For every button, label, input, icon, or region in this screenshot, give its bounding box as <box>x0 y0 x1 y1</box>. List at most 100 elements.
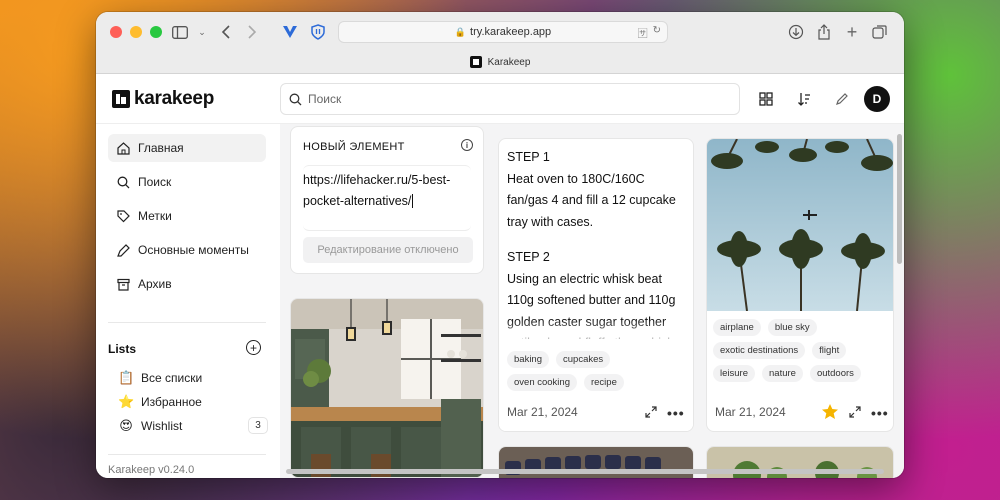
sidebar-item-label: Основные моменты <box>138 243 249 257</box>
favicon-icon <box>469 56 482 68</box>
new-item-text: https://lifehacker.ru/5-best-pocket-alte… <box>303 173 451 208</box>
tag-chip[interactable]: oven cooking <box>507 374 577 391</box>
address-bar[interactable]: 🔒 try.karakeep.app 🈂 ↻ <box>338 21 668 43</box>
sidebar-divider <box>108 322 266 323</box>
tab-karakeep[interactable]: Karakeep <box>96 56 904 68</box>
more-options-icon[interactable]: ••• <box>871 405 889 421</box>
minimize-window-button[interactable] <box>130 26 142 38</box>
tag-chip[interactable]: flight <box>812 342 847 359</box>
sidebar-item-label: Архив <box>138 277 172 291</box>
lists-heading: Lists <box>108 342 137 356</box>
translate-icon[interactable]: 🈂 <box>638 25 648 40</box>
zoom-window-button[interactable] <box>150 26 162 38</box>
search-icon <box>116 175 130 189</box>
reload-icon[interactable]: ↻ <box>653 25 661 40</box>
layout-grid-icon[interactable] <box>756 89 776 109</box>
horizontal-scrollbar[interactable] <box>286 469 884 474</box>
karakeep-logo-icon <box>112 90 130 108</box>
url-text: try.karakeep.app <box>470 26 552 38</box>
bookmark-card-kitchen[interactable] <box>290 298 484 478</box>
close-window-button[interactable] <box>110 26 122 38</box>
share-icon[interactable] <box>814 22 834 42</box>
tag-chip[interactable]: baking <box>507 351 549 368</box>
sidebar-item-home[interactable]: Главная <box>108 134 266 162</box>
step1-text: Heat oven to 180C/160C fan/gas 4 and fil… <box>507 171 676 229</box>
more-options-icon[interactable]: ••• <box>667 405 685 421</box>
tag-icon <box>116 209 130 223</box>
tag-chip[interactable]: airplane <box>713 319 761 336</box>
sidebar-item-archive[interactable]: Архив <box>108 270 266 298</box>
add-list-button[interactable]: + <box>246 340 261 355</box>
sidebar-divider <box>108 454 266 455</box>
tag-chip[interactable]: blue sky <box>767 319 817 336</box>
new-item-title: НОВЫЙ ЭЛЕМЕНТ <box>303 141 405 153</box>
sidebar-toggle-icon[interactable] <box>170 22 190 42</box>
user-avatar[interactable]: D <box>864 86 890 112</box>
sidebar-item-label: Поиск <box>138 175 172 189</box>
app-header: karakeep D <box>96 74 904 124</box>
search-box[interactable] <box>280 83 740 115</box>
list-item-label: Wishlist <box>141 419 183 433</box>
sidebar-item-highlights[interactable]: Основные моменты <box>108 236 266 264</box>
edit-pencil-icon[interactable] <box>832 89 852 109</box>
tag-chip[interactable]: nature <box>762 365 803 382</box>
home-icon <box>116 141 130 155</box>
download-icon[interactable] <box>786 22 806 42</box>
search-icon <box>289 93 302 105</box>
new-tab-icon[interactable]: + <box>842 22 862 42</box>
sidebar-item-tags[interactable]: Метки <box>108 202 266 230</box>
browser-window: ⌄ 🔒 try.karakeep.app 🈂 ↻ + Karakeep kara… <box>96 12 904 478</box>
sidebar-item-label: Главная <box>138 141 184 155</box>
vertical-scrollbar[interactable] <box>897 134 902 264</box>
step1-title: STEP 1 <box>507 150 550 164</box>
list-item-label: Все списки <box>141 371 203 385</box>
content-fade <box>499 319 693 347</box>
tag-chip[interactable]: cupcakes <box>556 351 611 368</box>
tag-chip[interactable]: exotic destinations <box>713 342 806 359</box>
favourite-star-icon[interactable] <box>821 403 839 423</box>
kitchen-image[interactable] <box>291 299 483 477</box>
editing-disabled-button: Редактирование отключено <box>303 237 473 263</box>
karakeep-logo[interactable]: karakeep <box>112 88 214 110</box>
tag-chip[interactable]: outdoors <box>809 365 861 382</box>
recipe-tags: baking cupcakes oven cooking recipe <box>507 351 687 391</box>
sidebar-item-search[interactable]: Поиск <box>108 168 266 196</box>
bookmark-date: Mar 21, 2024 <box>507 405 578 419</box>
back-icon[interactable] <box>216 22 236 42</box>
bookmark-date: Mar 21, 2024 <box>715 405 786 419</box>
extension-v-icon[interactable] <box>280 22 300 42</box>
list-item-wishlist[interactable]: 😍 Wishlist 3 <box>118 416 268 436</box>
chevron-down-icon[interactable]: ⌄ <box>192 22 212 42</box>
bookmarks-grid: НОВЫЙ ЭЛЕМЕНТ i https://lifehacker.ru/5-… <box>280 124 904 478</box>
list-count-badge: 3 <box>248 417 268 434</box>
info-icon[interactable]: i <box>461 139 473 151</box>
expand-icon[interactable] <box>645 405 657 421</box>
step2-title: STEP 2 <box>507 250 550 264</box>
tag-chip[interactable]: recipe <box>583 374 624 391</box>
list-item-favourites[interactable]: ⭐ Избранное <box>118 392 268 412</box>
bookmark-card-palms[interactable]: airplane blue sky exotic destinations fl… <box>706 138 894 432</box>
clipboard-icon: 📋 <box>118 370 135 385</box>
expand-icon[interactable] <box>849 405 861 421</box>
star-icon: ⭐ <box>118 394 135 409</box>
list-item-all-lists[interactable]: 📋 Все списки <box>118 368 268 388</box>
forward-icon[interactable] <box>242 22 262 42</box>
window-controls <box>110 26 162 38</box>
sort-icon[interactable] <box>794 89 814 109</box>
palm-trees-image[interactable] <box>707 139 893 311</box>
browser-toolbar: ⌄ 🔒 try.karakeep.app 🈂 ↻ + Karakeep <box>96 12 904 74</box>
sidebar: Главная Поиск Метки Основные моменты Арх… <box>96 124 280 478</box>
heart-eyes-icon: 😍 <box>119 418 133 433</box>
app-version: Karakeep v0.24.0 <box>108 464 195 476</box>
new-item-textarea[interactable]: https://lifehacker.ru/5-best-pocket-alte… <box>303 165 471 231</box>
extension-shield-icon[interactable] <box>308 22 328 42</box>
tabs-overview-icon[interactable] <box>870 22 890 42</box>
tab-title-text: Karakeep <box>487 56 531 68</box>
search-input[interactable] <box>308 92 708 106</box>
tag-chip[interactable]: leisure <box>713 365 755 382</box>
lock-icon: 🔒 <box>454 26 467 37</box>
bookmark-card-recipe[interactable]: STEP 1 Heat oven to 180C/160C fan/gas 4 a… <box>498 138 694 432</box>
card-actions: ••• <box>645 405 685 421</box>
new-item-card: НОВЫЙ ЭЛЕМЕНТ i https://lifehacker.ru/5-… <box>290 126 484 274</box>
card-actions: ••• <box>821 403 889 423</box>
